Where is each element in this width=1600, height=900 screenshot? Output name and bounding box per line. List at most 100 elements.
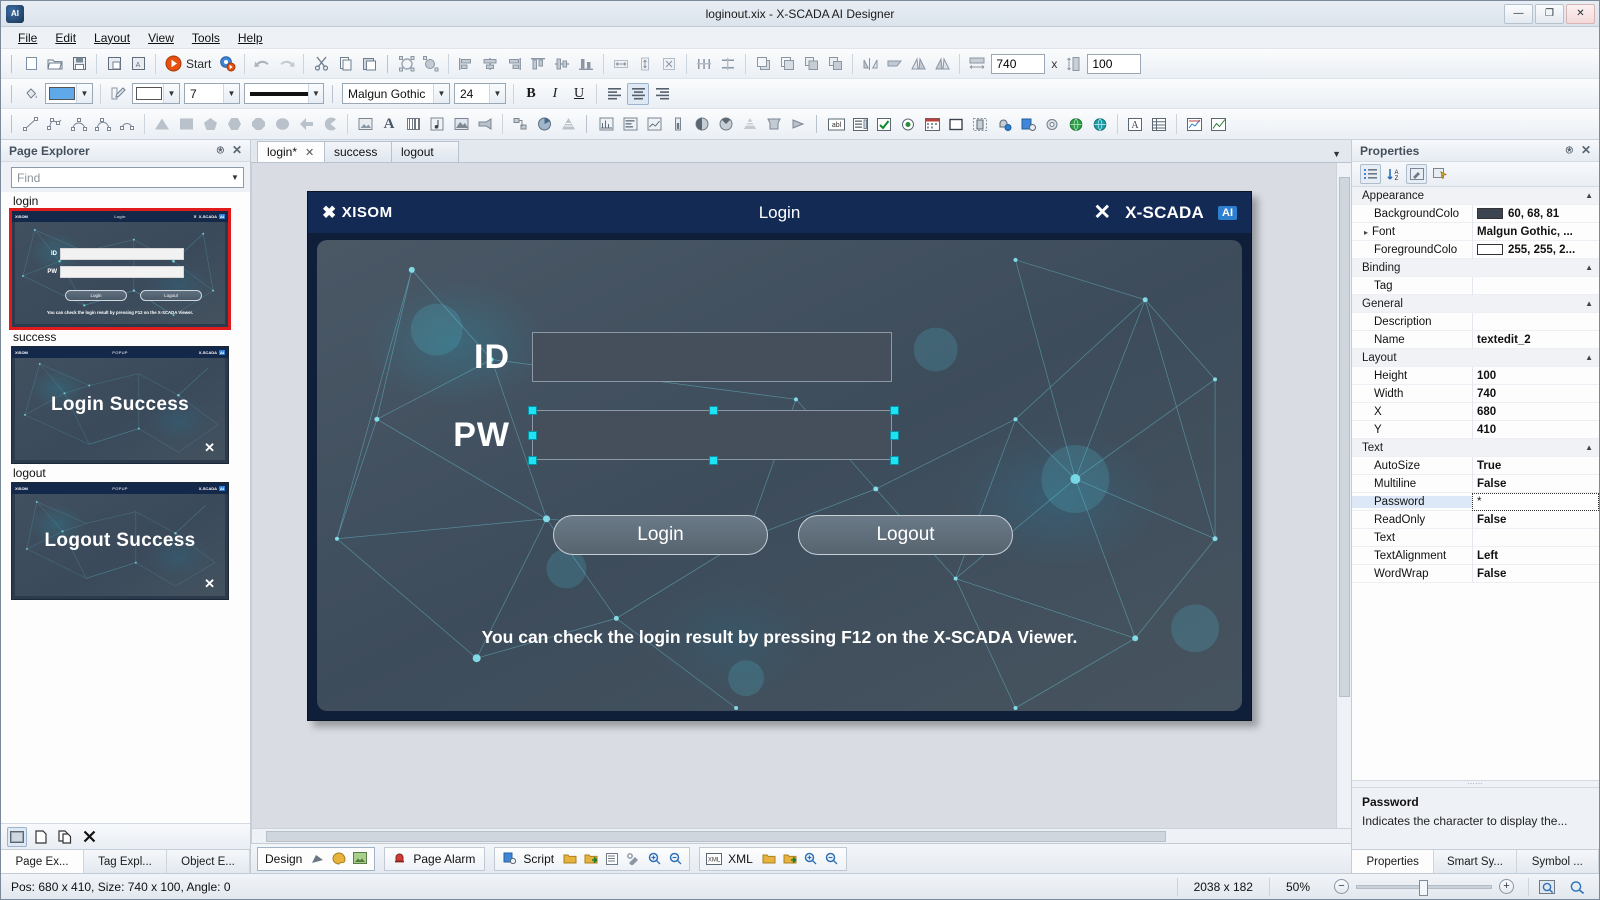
zoom-slider-knob[interactable]	[1419, 879, 1428, 896]
alarm-icon[interactable]	[993, 113, 1015, 135]
tab-smart-symbol[interactable]: Smart Sy...	[1434, 850, 1517, 873]
xml-label[interactable]: XML	[726, 852, 757, 866]
open-folder-icon[interactable]	[760, 850, 778, 868]
property-value[interactable]: 680	[1472, 402, 1599, 421]
space-vertically-icon[interactable]	[717, 53, 739, 75]
page-alarm-group[interactable]: Page Alarm	[384, 846, 486, 871]
selection-handle-bottom-left[interactable]	[528, 456, 537, 465]
arc-icon[interactable]	[116, 113, 138, 135]
categorized-icon[interactable]	[1360, 164, 1381, 184]
xml-group[interactable]: XML XML	[699, 846, 847, 871]
text-align-center-icon[interactable]	[627, 82, 649, 105]
close-icon[interactable]: ✕	[232, 143, 242, 158]
ellipse-icon[interactable]	[271, 113, 293, 135]
curve-icon[interactable]	[68, 113, 90, 135]
listbox-icon[interactable]	[849, 113, 871, 135]
selection-handle-bottom-right[interactable]	[890, 456, 899, 465]
zoom-in-icon[interactable]: +	[1499, 879, 1514, 894]
property-value[interactable]: textedit_2	[1472, 330, 1599, 349]
alarm-bell-icon[interactable]	[390, 850, 408, 868]
save-as-icon[interactable]	[103, 53, 125, 75]
trend-icon[interactable]	[643, 113, 665, 135]
thumbnail-view-icon[interactable]	[7, 826, 27, 847]
line-color-picker[interactable]: ▼	[132, 83, 180, 104]
flip-vertical-icon[interactable]	[883, 53, 905, 75]
menu-edit[interactable]: Edit	[46, 29, 85, 47]
text-icon[interactable]: A	[378, 113, 400, 135]
open-folder-icon[interactable]	[561, 850, 579, 868]
toolbar-grip[interactable]	[385, 53, 392, 74]
start-play-icon[interactable]	[162, 53, 184, 75]
toolbar-grip[interactable]	[9, 114, 15, 134]
polyline-icon[interactable]	[44, 113, 66, 135]
pin-icon[interactable]: ⍟	[217, 143, 224, 158]
group-transform-icon[interactable]	[420, 53, 442, 75]
maximize-button[interactable]: ❐	[1535, 3, 1564, 24]
page-alarm-label[interactable]: Page Alarm	[411, 852, 479, 866]
toolbar-grip[interactable]	[584, 114, 590, 134]
toggle-icon[interactable]	[969, 113, 991, 135]
canvas-vertical-scrollbar[interactable]	[1336, 163, 1351, 828]
design-tool-icon[interactable]	[309, 850, 327, 868]
chevron-up-icon[interactable]: ▲	[1585, 443, 1593, 452]
width-input[interactable]: 740	[991, 53, 1046, 74]
property-row-textalignment[interactable]: TextAlignment Left	[1352, 546, 1599, 565]
chevron-down-icon[interactable]: ▼	[433, 84, 449, 103]
property-category-text[interactable]: Text ▲	[1352, 439, 1599, 457]
cone-icon[interactable]	[557, 113, 579, 135]
chevron-down-icon[interactable]: ▼	[489, 84, 505, 103]
image-icon[interactable]	[354, 113, 376, 135]
tab-symbol-library[interactable]: Symbol ...	[1516, 850, 1599, 873]
undo-icon[interactable]	[251, 53, 273, 75]
property-row-multiline[interactable]: Multiline False	[1352, 474, 1599, 493]
property-row-x[interactable]: X 680	[1352, 402, 1599, 421]
property-value[interactable]	[1472, 312, 1599, 331]
property-row-description[interactable]: Description	[1352, 312, 1599, 331]
web-icon[interactable]	[1089, 113, 1111, 135]
radio-icon[interactable]	[897, 113, 919, 135]
bring-to-front-icon[interactable]	[752, 53, 774, 75]
line-style-select[interactable]: ▼	[244, 83, 324, 104]
logout-button[interactable]: Logout	[798, 515, 1013, 555]
wrench-icon[interactable]	[624, 850, 642, 868]
id-textbox[interactable]	[532, 332, 892, 382]
chevron-down-icon[interactable]: ▼	[223, 84, 239, 103]
textbox-icon[interactable]: abl	[825, 113, 847, 135]
selection-handle-middle-left[interactable]	[528, 431, 537, 440]
chevron-up-icon[interactable]: ▲	[1585, 299, 1593, 308]
bezier-icon[interactable]	[92, 113, 114, 135]
make-same-size-icon[interactable]	[658, 53, 680, 75]
alphabetical-icon[interactable]: AZ	[1383, 164, 1404, 184]
italic-button[interactable]: I	[544, 83, 566, 105]
property-row-backgroundcolor[interactable]: BackgroundColo 60, 68, 81	[1352, 204, 1599, 223]
save-all-icon[interactable]: A	[127, 53, 149, 75]
selection-handle-top-left[interactable]	[528, 406, 537, 415]
zoom-out-icon[interactable]: −	[1334, 879, 1349, 894]
valve-icon[interactable]	[787, 113, 809, 135]
property-category-binding[interactable]: Binding ▲	[1352, 259, 1599, 277]
label-icon[interactable]: A	[1124, 113, 1146, 135]
script-group[interactable]: Script	[494, 846, 691, 871]
property-row-wordwrap[interactable]: WordWrap False	[1352, 564, 1599, 583]
thermometer-icon[interactable]	[667, 113, 689, 135]
close-icon[interactable]: ✕	[1581, 143, 1591, 158]
rotate-selection-icon[interactable]	[396, 53, 418, 75]
underline-button[interactable]: U	[568, 83, 590, 105]
tab-page-explorer[interactable]: Page Ex...	[1, 850, 84, 873]
menu-layout[interactable]: Layout	[85, 29, 139, 47]
find-input[interactable]: Find ▼	[11, 167, 244, 188]
new-page-icon[interactable]	[31, 827, 51, 847]
align-right-icon[interactable]	[503, 53, 525, 75]
group-all-icon[interactable]	[824, 53, 846, 75]
chevron-up-icon[interactable]: ▲	[1585, 263, 1593, 272]
selection-handle-top-center[interactable]	[709, 406, 718, 415]
tab-overflow-chevron-icon[interactable]: ▼	[1332, 149, 1351, 162]
scrollbar-thumb[interactable]	[266, 831, 1166, 842]
close-button[interactable]: ✕	[1566, 3, 1595, 24]
line-icon[interactable]	[20, 113, 42, 135]
zoom-in-icon[interactable]	[645, 850, 663, 868]
image-icon[interactable]	[351, 850, 369, 868]
property-value[interactable]: 410	[1472, 420, 1599, 439]
tab-object-explorer[interactable]: Object E...	[167, 850, 250, 873]
property-row-tag[interactable]: Tag	[1352, 276, 1599, 295]
